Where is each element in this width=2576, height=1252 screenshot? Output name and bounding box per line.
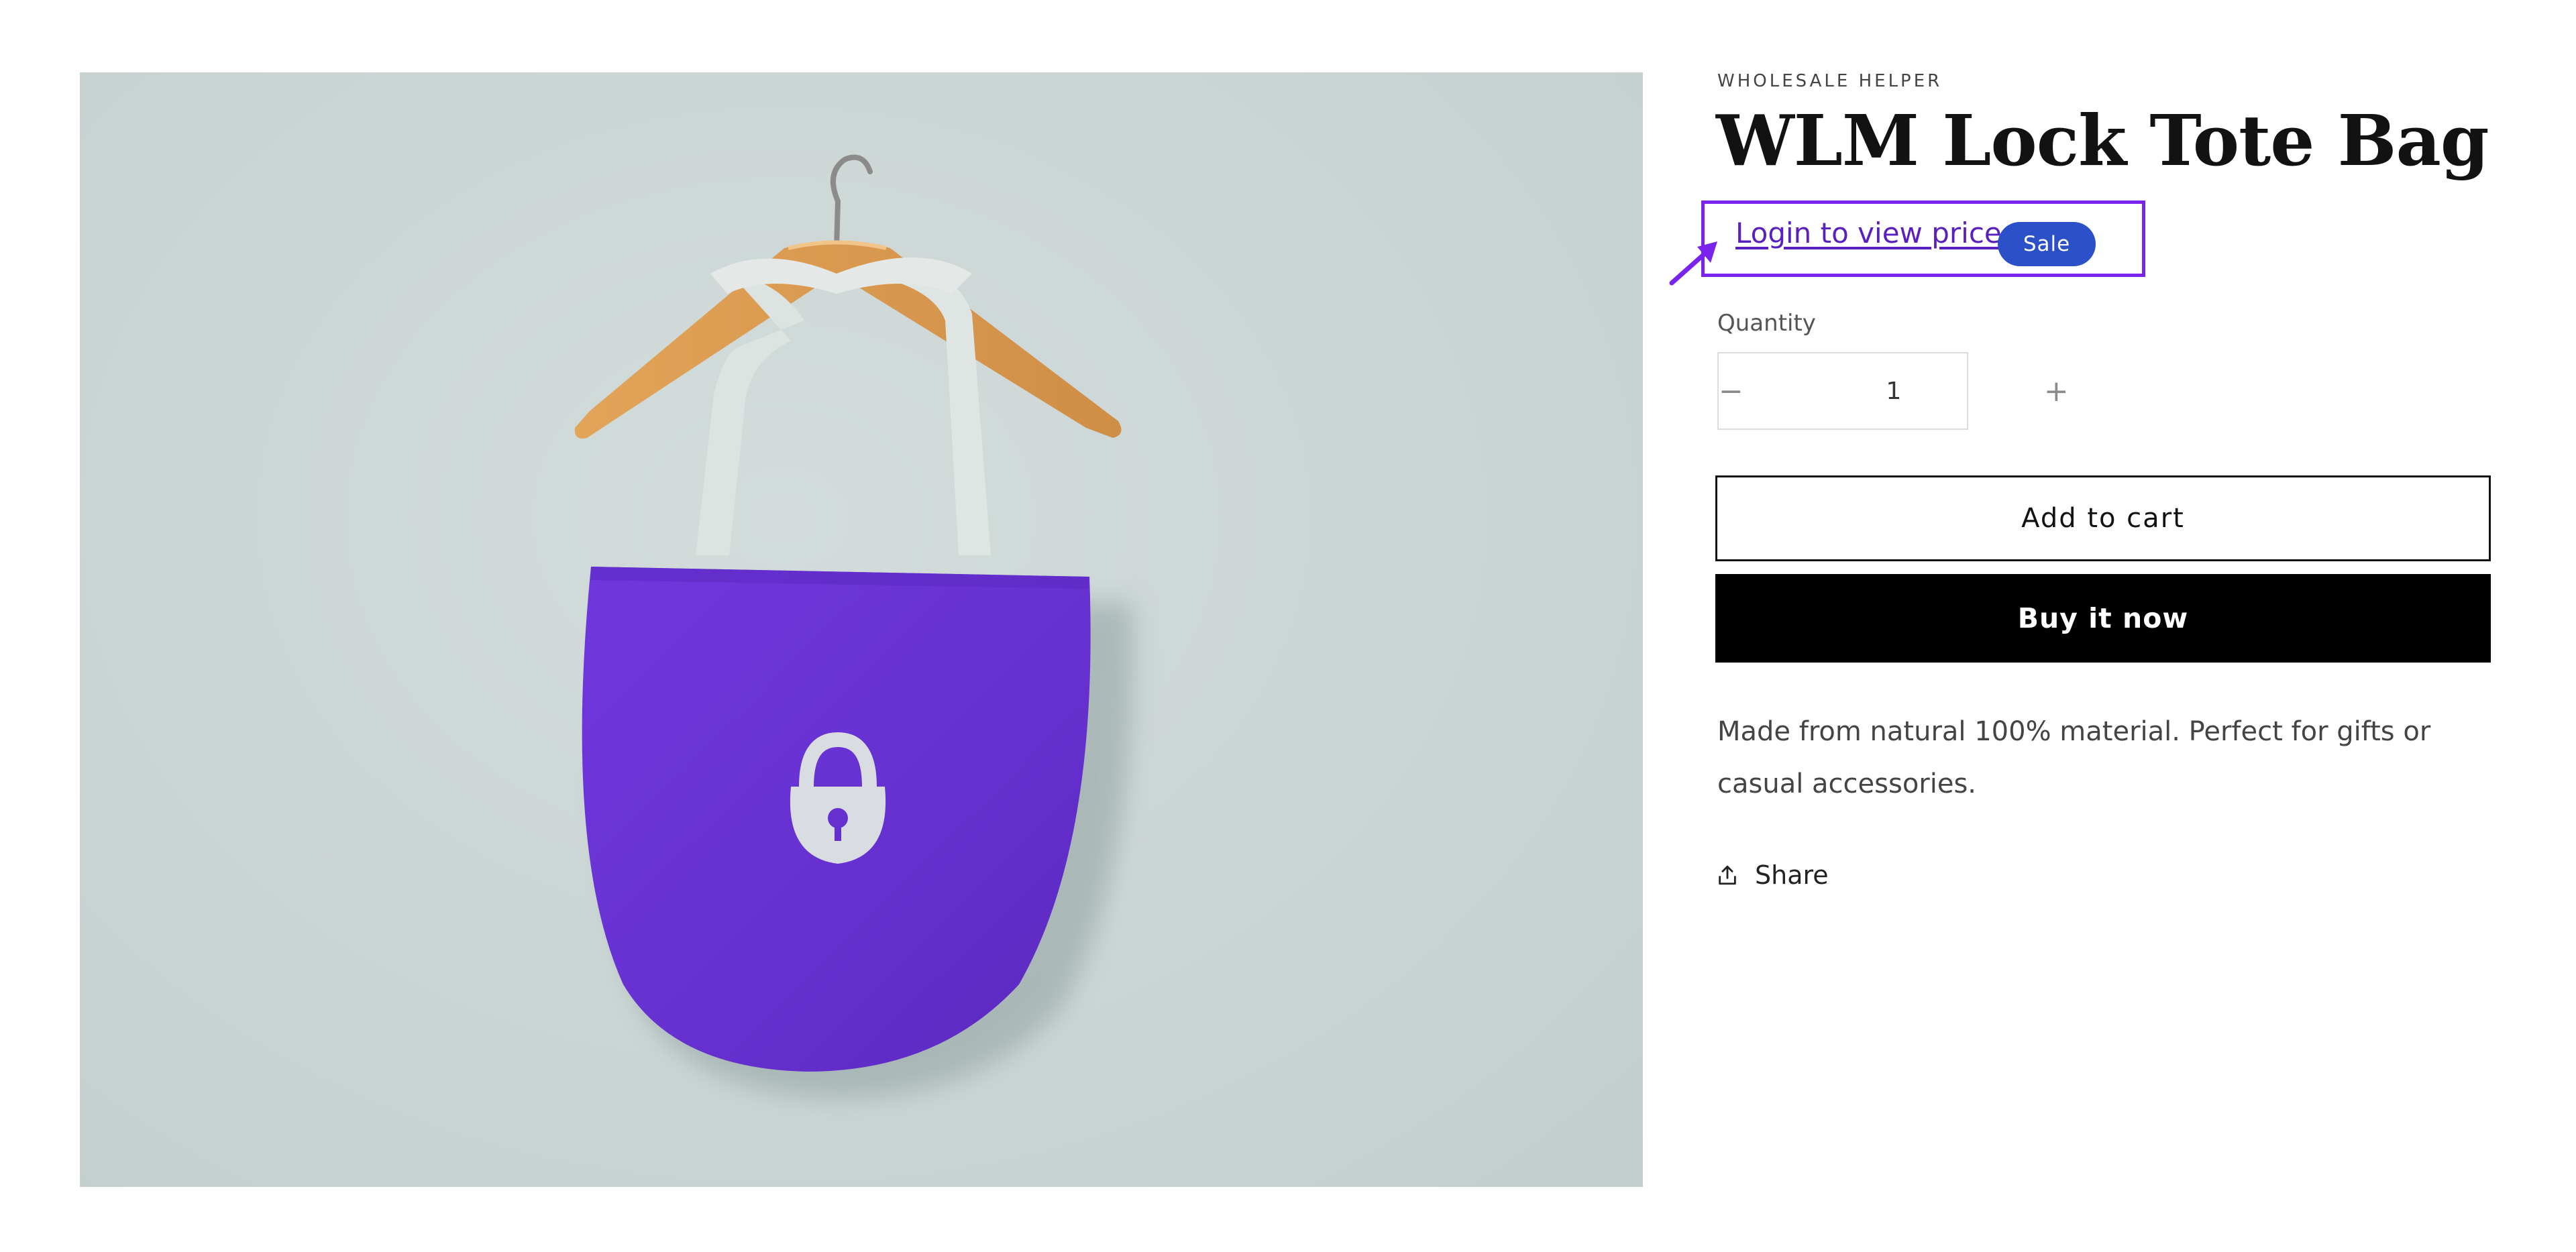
tote-bag-illustration [574,154,1134,1098]
quantity-label: Quantity [1717,310,1816,337]
sale-badge: Sale [1998,222,2096,266]
quantity-decrease-button[interactable]: − [1719,353,1743,429]
buy-it-now-button[interactable]: Buy it now [1715,574,2491,663]
share-icon [1719,865,1736,885]
add-to-cart-button[interactable]: Add to cart [1715,475,2491,561]
share-label: Share [1755,860,1829,890]
product-page: WHOLESALE HELPER WLM Lock Tote Bag Login… [0,0,2576,1252]
product-image[interactable] [80,72,1643,1187]
quantity-stepper: − + [1717,352,2069,430]
share-button[interactable]: Share [1716,860,1829,890]
login-to-view-price-link[interactable]: Login to view price [1735,217,2002,249]
product-title: WLM Lock Tote Bag [1716,99,2489,182]
product-vendor: WHOLESALE HELPER [1717,71,1943,91]
product-description: Made from natural 100% material. Perfect… [1717,716,2431,799]
quantity-input[interactable] [1743,353,2044,429]
quantity-increase-button[interactable]: + [2044,353,2069,429]
arrow-pointer-icon [1669,241,1717,286]
